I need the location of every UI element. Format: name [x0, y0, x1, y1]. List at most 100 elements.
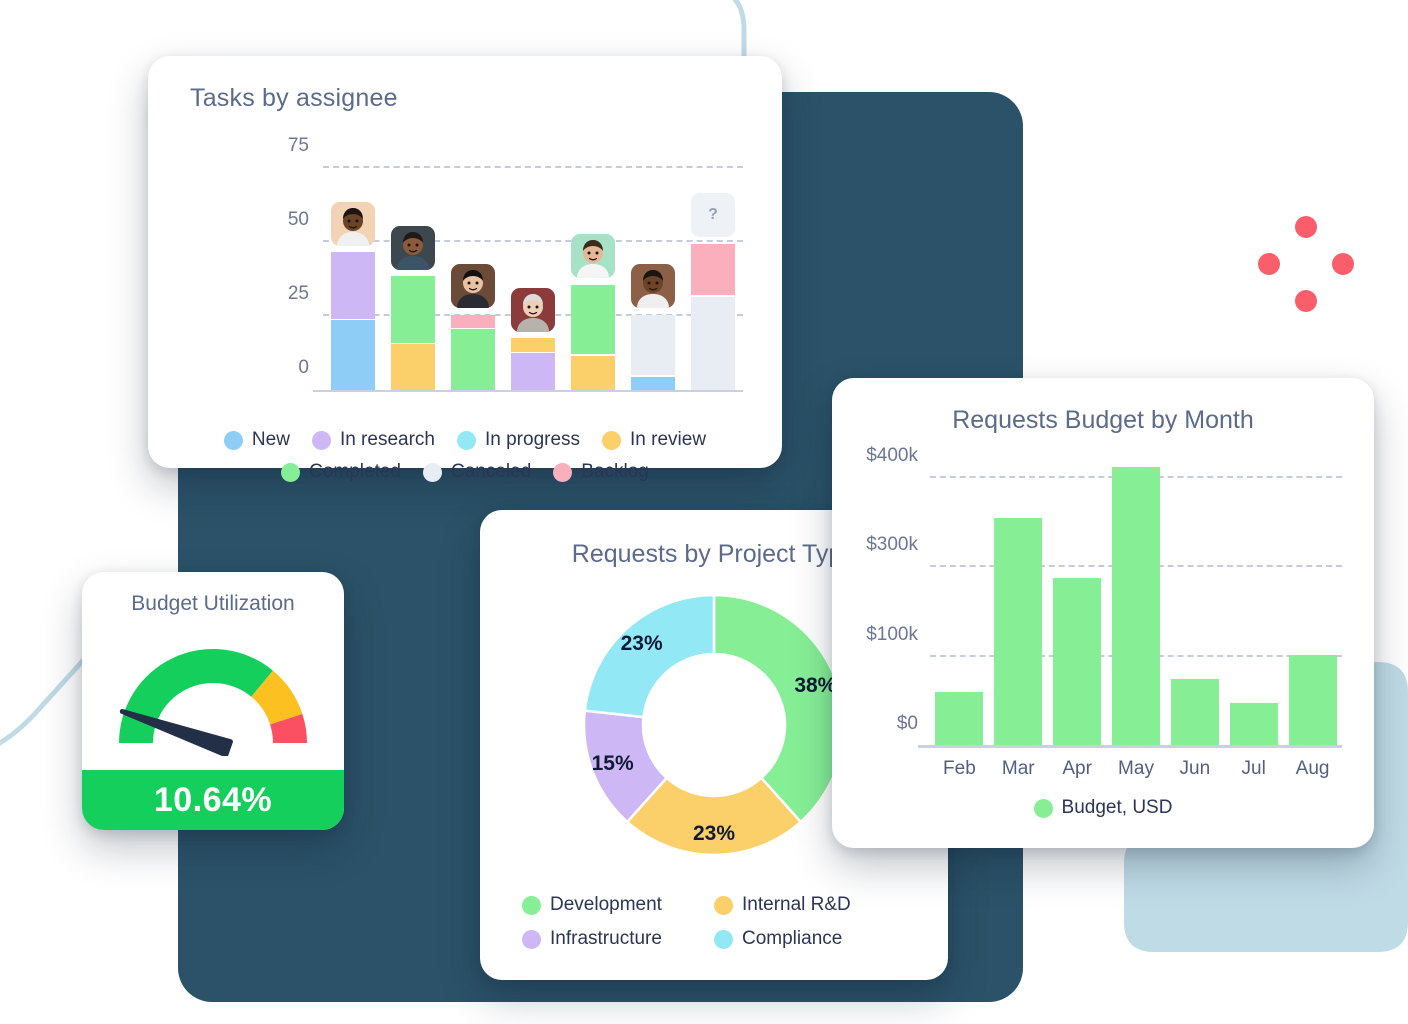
task-bar-column[interactable]	[511, 287, 555, 390]
gauge-value-label: 10.64%	[82, 770, 344, 830]
task-bar-column[interactable]	[451, 264, 495, 390]
task-bar-segment[interactable]	[451, 329, 495, 390]
assignee-avatar[interactable]	[331, 201, 375, 246]
tasks-chart-title: Tasks by assignee	[190, 84, 398, 112]
y-axis-tick-label: $0	[896, 713, 918, 734]
tasks-x-axis-line	[313, 390, 743, 392]
task-bar-segment[interactable]	[331, 252, 375, 319]
budget-bar[interactable]	[935, 692, 984, 746]
donut-slice[interactable]	[712, 593, 846, 824]
donut-chart-legend: Development Internal R&D Infrastructure Com…	[504, 888, 924, 956]
donut-legend-item[interactable]: Compliance	[714, 928, 906, 950]
y-axis-tick-label: 0	[298, 357, 309, 378]
legend-swatch-icon	[714, 895, 733, 915]
dot-top-icon	[1295, 216, 1317, 238]
dot-bottom-icon	[1295, 290, 1317, 312]
x-axis-tick-label: Feb	[943, 758, 976, 779]
tasks-legend-item[interactable]: Backlog	[553, 461, 649, 483]
x-axis-tick-label: May	[1118, 758, 1154, 779]
assignee-avatar[interactable]	[571, 234, 615, 279]
tasks-legend-item[interactable]: Canceled	[423, 461, 531, 483]
x-axis-tick-label: Jul	[1241, 758, 1266, 779]
legend-label: Budget, USD	[1061, 797, 1173, 818]
task-bar-segment[interactable]	[691, 243, 735, 296]
assignee-avatar[interactable]	[631, 264, 675, 309]
legend-label: Infrastructure	[550, 928, 662, 949]
card-tasks-by-assignee: Tasks by assignee 0 25 50 75 ? New In resear…	[148, 56, 782, 482]
budget-bar[interactable]	[1229, 703, 1278, 746]
task-bar-column[interactable]	[331, 201, 375, 390]
task-bar-segment[interactable]	[571, 284, 615, 355]
assignee-avatar-unassigned[interactable]: ?	[691, 193, 735, 237]
legend-label: In progress	[484, 429, 581, 450]
legend-label: Compliance	[742, 928, 843, 949]
task-bar-column[interactable]	[571, 234, 615, 390]
task-bar-segment[interactable]	[631, 314, 675, 376]
donut-slice-percentage: 23%	[620, 632, 663, 656]
dot-right-icon	[1332, 253, 1354, 275]
gridline	[323, 240, 743, 242]
donut-legend-item[interactable]: Infrastructure	[522, 928, 714, 950]
budget-chart-legend: Budget, USD	[856, 792, 1350, 824]
decorative-dot-cluster	[1258, 216, 1354, 312]
legend-swatch-icon	[1033, 798, 1053, 818]
legend-label: Backlog	[581, 461, 649, 482]
task-bar-segment[interactable]	[391, 276, 435, 343]
gauge-band	[119, 649, 273, 743]
legend-label: Development	[550, 894, 662, 915]
tasks-legend-item[interactable]: New	[223, 429, 290, 451]
legend-label: Completed	[309, 461, 401, 482]
tasks-chart-plot-area: 0 25 50 75 ?	[288, 135, 743, 392]
donut-slice-percentage: 23%	[692, 821, 736, 845]
assignee-avatar[interactable]	[511, 287, 555, 332]
budget-legend-item[interactable]: Budget, USD	[1033, 797, 1173, 819]
y-axis-tick-label: 25	[287, 283, 309, 304]
dashboard-illustration: Tasks by assignee 0 25 50 75 ? New In resear…	[0, 0, 1408, 1024]
task-bar-column[interactable]	[631, 264, 675, 390]
donut-legend-item[interactable]: Development	[522, 894, 714, 916]
legend-swatch-icon	[311, 430, 331, 450]
task-bar-segment[interactable]	[451, 314, 495, 328]
task-bar-segment[interactable]	[511, 338, 555, 352]
donut-legend-item[interactable]: Internal R&D	[714, 894, 906, 916]
budget-bar[interactable]	[1170, 679, 1219, 746]
budget-bar[interactable]	[1288, 655, 1337, 746]
tasks-legend-item[interactable]: In review	[602, 429, 706, 451]
x-axis-tick-label: Aug	[1295, 758, 1330, 779]
legend-swatch-icon	[281, 462, 301, 482]
legend-swatch-icon	[223, 430, 243, 450]
budget-bar[interactable]	[1112, 467, 1160, 746]
task-bar-column[interactable]	[391, 225, 435, 390]
assignee-avatar[interactable]	[451, 264, 495, 309]
budget-bar[interactable]	[994, 518, 1043, 746]
y-axis-tick-label: $400k	[866, 445, 918, 466]
legend-label: In research	[339, 429, 435, 450]
dot-left-icon	[1258, 253, 1280, 275]
task-bar-segment[interactable]	[331, 320, 375, 390]
tasks-legend-item[interactable]: In research	[311, 429, 435, 451]
task-bar-segment[interactable]	[571, 355, 615, 390]
task-bar-segment[interactable]	[391, 344, 435, 390]
budget-bar[interactable]	[1053, 577, 1102, 746]
y-axis-tick-label: $100k	[866, 623, 918, 645]
budget-chart-title: Requests Budget by Month	[952, 406, 1254, 434]
legend-swatch-icon	[553, 462, 573, 482]
tasks-legend-item[interactable]: In progress	[456, 429, 581, 451]
budget-x-axis-line	[918, 745, 1342, 748]
assignee-avatar[interactable]	[391, 225, 435, 270]
legend-swatch-icon	[602, 430, 622, 450]
legend-label: Internal R&D	[742, 894, 851, 915]
y-axis-tick-label: 75	[287, 135, 309, 156]
y-axis-tick-label: $300k	[866, 534, 918, 556]
card-requests-budget-by-month: Requests Budget by Month $0 $100k $300k $40…	[832, 378, 1374, 848]
x-axis-tick-label: Mar	[1001, 758, 1035, 779]
legend-swatch-icon	[423, 462, 442, 482]
task-bar-column[interactable]: ?	[691, 193, 735, 390]
tasks-legend-item[interactable]: Completed	[281, 461, 401, 483]
budget-chart-plot-area: $0 $100k $300k $400k Feb Mar Apr May Jun Jul Aug	[866, 445, 1342, 779]
task-bar-segment[interactable]	[511, 353, 555, 390]
task-bar-segment[interactable]	[691, 296, 735, 390]
task-bar-segment[interactable]	[631, 376, 675, 390]
donut-chart-plot-area: 38% 23% 15% 23%	[571, 582, 857, 873]
legend-label: Canceled	[451, 461, 532, 482]
